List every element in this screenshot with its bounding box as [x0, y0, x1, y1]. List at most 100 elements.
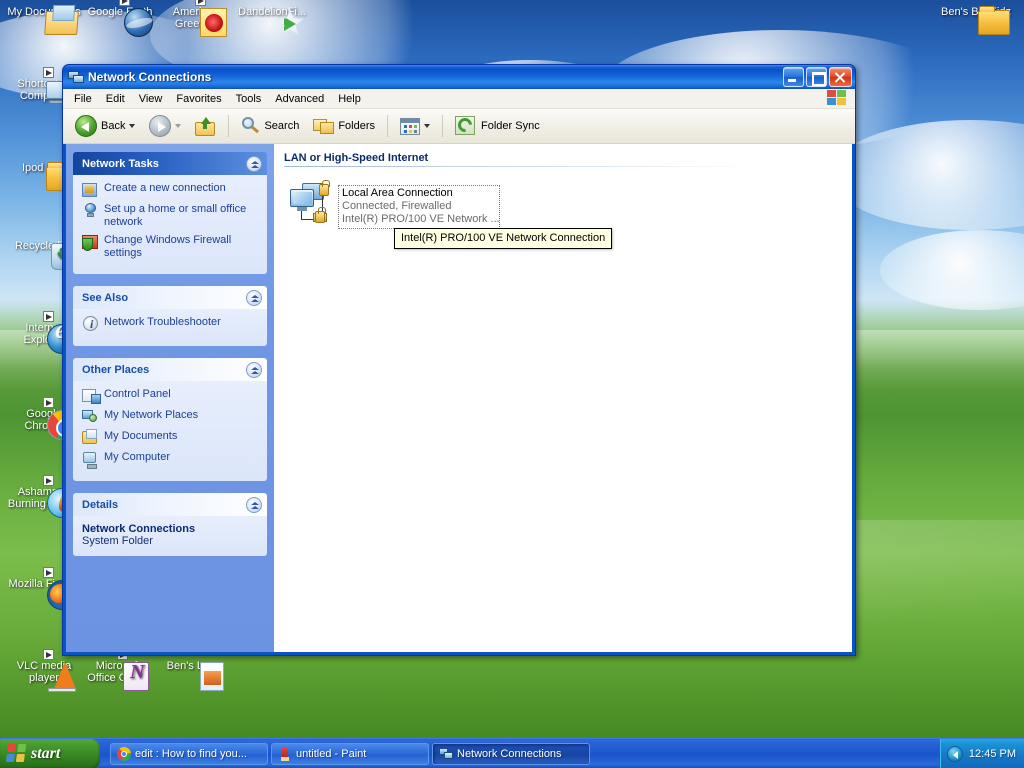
connection-name: Local Area Connection [342, 187, 453, 199]
minimize-button[interactable] [783, 67, 804, 87]
panel-title: Details [82, 498, 119, 511]
connection-item[interactable]: Local Area Connection Connected, Firewal… [288, 180, 852, 229]
views-button[interactable] [394, 114, 436, 139]
task-link-my-documents[interactable]: My Documents [82, 429, 258, 446]
connections-list-area[interactable]: LAN or High-Speed Internet Local Area Co… [274, 144, 852, 652]
panel-title: Network Tasks [82, 157, 159, 170]
home-network-icon [82, 203, 98, 219]
task-link-label: Change Windows Firewall settings [104, 234, 232, 259]
paint-icon [278, 746, 292, 761]
maximize-button[interactable] [806, 67, 827, 87]
window-controls [783, 67, 852, 87]
toolbar-separator [442, 115, 444, 137]
desktop: My Documents Google Earth American Greetin… [0, 0, 1024, 768]
start-button[interactable]: start [0, 738, 100, 768]
menu-help[interactable]: Help [331, 91, 368, 107]
folder-sync-button[interactable]: Folder Sync [449, 112, 546, 140]
info-icon [82, 316, 98, 332]
folders-label: Folders [338, 120, 376, 132]
collapse-chevron-icon[interactable] [246, 496, 262, 513]
views-icon [400, 117, 421, 135]
task-link-label: Network Troubleshooter [104, 316, 221, 328]
up-button[interactable] [189, 113, 222, 140]
task-link-set-up-a-home-or-small-office-network[interactable]: Set up a home or small office network [82, 203, 258, 229]
forward-arrow-icon [149, 115, 172, 137]
device-tooltip: Intel(R) PRO/100 VE Network Connection [394, 228, 613, 249]
task-pane: Network Tasks Create a new connection Set … [66, 144, 274, 652]
details-name: Network Connections [82, 523, 196, 535]
search-button[interactable]: Search [235, 113, 305, 140]
menu-bar: File Edit View Favorites Tools Advanced … [63, 89, 855, 109]
my-network-places-icon [82, 409, 98, 425]
menu-favorites[interactable]: Favorites [169, 91, 228, 107]
details-type: System Folder [82, 535, 153, 547]
window-body: Network Tasks Create a new connection Set … [63, 144, 855, 655]
task-link-control-panel[interactable]: Control Panel [82, 388, 258, 404]
panel-header[interactable]: Network Tasks [73, 152, 267, 175]
menu-advanced[interactable]: Advanced [268, 91, 331, 107]
panel-header[interactable]: See Also [73, 286, 267, 309]
taskbar-button-label: edit : How to find you... [135, 747, 247, 760]
network-connection-icon [288, 180, 334, 225]
task-link-label: My Computer [104, 451, 171, 463]
task-link-network-troubleshooter[interactable]: Network Troubleshooter [82, 316, 258, 332]
connection-labels: Local Area Connection Connected, Firewal… [338, 185, 500, 229]
panel-other-places: Other Places Control Panel My Network Plac… [73, 358, 267, 481]
task-link-my-network-places[interactable]: My Network Places [82, 409, 258, 425]
close-button[interactable] [829, 67, 852, 87]
taskbar-button-edit-how-to-find-you[interactable]: edit : How to find you... [110, 742, 268, 765]
panel-see-also: See Also Network Troubleshooter [73, 286, 267, 346]
menu-file[interactable]: File [67, 91, 99, 107]
menu-edit[interactable]: Edit [99, 91, 132, 107]
menu-view[interactable]: View [132, 91, 170, 107]
desktop-icon-ben-s-biz-kidz[interactable]: Ben's Biz Kidz [938, 6, 1014, 35]
task-link-my-computer[interactable]: My Computer [82, 451, 258, 469]
desktop-icon-google-earth[interactable]: Google Earth [82, 0, 158, 37]
shortcut-arrow-icon [43, 475, 54, 486]
collapse-chevron-icon[interactable] [246, 361, 262, 378]
shortcut-arrow-icon [43, 567, 54, 578]
show-hidden-icons-button[interactable] [946, 745, 963, 762]
task-link-label: My Network Places [104, 409, 199, 421]
taskbar-button-label: untitled - Paint [296, 747, 367, 760]
menu-tools[interactable]: Tools [229, 91, 269, 107]
desktop-icon-microsoft-office-one[interactable]: Microsoft Office One... [80, 649, 156, 691]
desktop-icon-american-greeting[interactable]: American Greeting [158, 0, 234, 37]
folders-button[interactable]: Folders [307, 113, 381, 139]
taskbar-button-network-connections[interactable]: Network Connections [432, 742, 590, 765]
panel-header[interactable]: Other Places [73, 358, 267, 381]
collapse-chevron-icon[interactable] [246, 155, 262, 172]
forward-button[interactable] [143, 111, 187, 141]
desktop-icon-vlc-media-player[interactable]: VLC media player [6, 649, 82, 692]
connection-device: Intel(R) PRO/100 VE Network ... [342, 213, 500, 225]
back-button[interactable]: Back [69, 111, 141, 141]
desktop-icon-label: DandelionFi... [238, 6, 306, 18]
task-link-label: Set up a home or small office network [104, 203, 247, 228]
control-panel-icon [82, 388, 101, 404]
views-dropdown-caret-icon[interactable] [424, 124, 431, 128]
task-link-change-windows-firewall-settings[interactable]: Change Windows Firewall settings [82, 234, 258, 260]
shortcut-arrow-icon [195, 0, 206, 6]
clock[interactable]: 12:45 PM [969, 748, 1016, 760]
system-tray: 12:45 PM [939, 738, 1024, 768]
taskbar-button-label: Network Connections [457, 747, 562, 760]
toolbar: Back Search Folders Folder Sync [63, 109, 855, 144]
task-link-label: Create a new connection [104, 182, 226, 194]
toolbar-separator [228, 115, 230, 137]
back-dropdown-caret-icon[interactable] [129, 124, 136, 128]
task-link-label: Control Panel [104, 388, 171, 400]
my-computer-icon [82, 451, 98, 469]
desktop-icon-my-documents[interactable]: My Documents [6, 6, 82, 35]
taskbar-button-untitled-paint[interactable]: untitled - Paint [271, 742, 429, 765]
desktop-icon-dandelionfi[interactable]: DandelionFi... [234, 6, 310, 36]
network-icon [439, 747, 453, 761]
window-titlebar[interactable]: Network Connections [63, 65, 855, 89]
window-title: Network Connections [88, 70, 212, 84]
task-link-create-a-new-connection[interactable]: Create a new connection [82, 182, 258, 198]
back-label: Back [101, 120, 126, 132]
panel-body: Create a new connection Set up a home or … [73, 175, 267, 274]
collapse-chevron-icon[interactable] [246, 289, 262, 306]
desktop-icon-ben-s-logo[interactable]: Ben's Logo [156, 660, 232, 691]
connection-status: Connected, Firewalled [342, 200, 452, 212]
panel-header[interactable]: Details [73, 493, 267, 516]
